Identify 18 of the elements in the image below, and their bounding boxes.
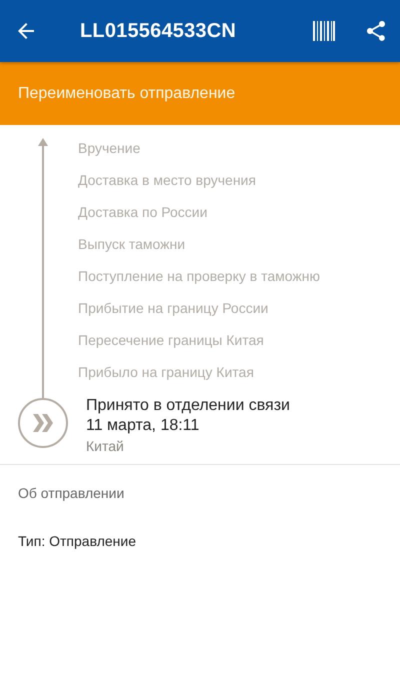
- section-heading: Об отправлении: [17, 484, 126, 501]
- tracking-step: Выпуск таможни: [78, 234, 400, 266]
- event-date: 11 марта, 18:11: [86, 416, 200, 436]
- tracking-step: Прибыло на границу Китая: [78, 362, 400, 394]
- tracking-step: Доставка в место вручения: [78, 170, 400, 202]
- event-status: Принято в отделении связи: [86, 396, 291, 416]
- chevrons-icon: [32, 413, 54, 433]
- tracking-step: Пересечение границы Китая: [78, 330, 400, 362]
- rename-bar[interactable]: Переименовать отправление: [0, 62, 400, 125]
- share-icon[interactable]: [364, 19, 388, 43]
- tracking-step: Прибытие на границу России: [78, 298, 400, 330]
- event-place: Китай: [86, 437, 125, 456]
- tracking-step: Доставка по России: [78, 202, 400, 234]
- type-text: Тип: Отправление: [17, 532, 137, 549]
- tracking-step: Вручение: [78, 138, 400, 170]
- tracking-step: Поступление на проверку в таможню: [78, 266, 400, 298]
- barcode-icon[interactable]: [312, 19, 336, 43]
- tracking-number: LL015564533CN: [80, 20, 238, 42]
